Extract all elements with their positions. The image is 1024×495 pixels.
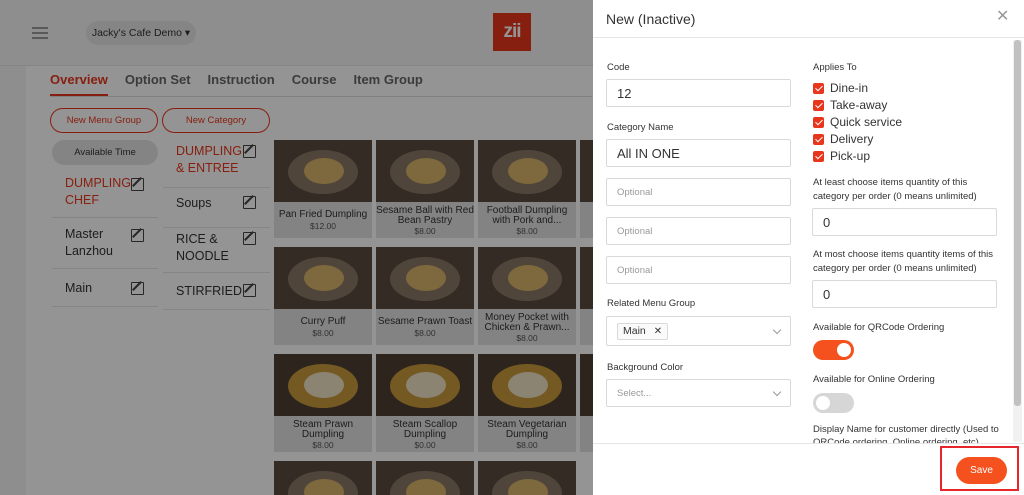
checkbox-label: Dine-in <box>830 81 869 95</box>
checkbox-checked-icon[interactable] <box>813 99 824 111</box>
max-qty-label-line1: At most choose items quantity items of t… <box>813 249 994 260</box>
qrcode-ordering-toggle[interactable] <box>813 340 854 360</box>
drawer-title: New (Inactive) <box>606 11 696 27</box>
checkbox-label: Quick service <box>830 115 903 129</box>
checkbox-label: Pick-up <box>830 149 871 163</box>
min-qty-label-line2: category per order (0 means unlimited) <box>813 191 977 202</box>
code-input[interactable]: 12 <box>606 79 791 107</box>
save-button[interactable]: Save <box>956 457 1007 484</box>
min-qty-label-line1: At least choose items quantity of this <box>813 177 968 188</box>
modal-backdrop[interactable] <box>0 0 593 495</box>
max-qty-input[interactable]: 0 <box>812 280 997 308</box>
checkbox-checked-icon[interactable] <box>813 82 824 94</box>
applies-quick-service[interactable]: Quick service <box>813 114 902 130</box>
drawer-scrollbar-thumb[interactable] <box>1014 40 1021 406</box>
checkbox-label: Delivery <box>830 132 874 146</box>
checkbox-checked-icon[interactable] <box>813 150 824 162</box>
applies-dine-in[interactable]: Dine-in <box>813 80 868 96</box>
background-color-select[interactable]: Select... <box>606 379 791 407</box>
max-qty-label-line2: category per order (0 means unlimited) <box>813 263 977 274</box>
category-name-label: Category Name <box>607 122 674 133</box>
applies-pick-up[interactable]: Pick-up <box>813 148 870 164</box>
chevron-down-icon <box>772 325 782 335</box>
background-color-placeholder: Select... <box>617 387 652 399</box>
close-icon[interactable]: ✕ <box>996 9 1009 25</box>
optional-name-input-1[interactable]: Optional <box>606 178 791 206</box>
checkbox-checked-icon[interactable] <box>813 133 824 145</box>
online-ordering-toggle[interactable] <box>813 393 854 413</box>
toggle-knob <box>837 343 851 357</box>
background-color-label: Background Color <box>607 362 684 373</box>
related-menu-group-label: Related Menu Group <box>607 298 696 309</box>
applies-take-away[interactable]: Take-away <box>813 97 887 113</box>
tag-remove-icon[interactable]: ✕ <box>654 326 662 337</box>
toggle-knob <box>816 396 830 410</box>
category-name-input[interactable]: All IN ONE <box>606 139 791 167</box>
display-name-label-line1: Display Name for customer directly (Used… <box>813 424 999 435</box>
optional-name-input-2[interactable]: Optional <box>606 217 791 245</box>
checkbox-checked-icon[interactable] <box>813 116 824 128</box>
checkbox-label: Take-away <box>830 98 888 112</box>
code-label: Code <box>607 62 630 73</box>
chevron-down-icon <box>772 387 782 397</box>
applies-to-label: Applies To <box>813 62 857 73</box>
drawer-header: New (Inactive) ✕ <box>593 0 1024 38</box>
related-menu-group-select[interactable]: Main ✕ <box>606 316 791 346</box>
applies-delivery[interactable]: Delivery <box>813 131 873 147</box>
qrcode-ordering-label: Available for QRCode Ordering <box>813 322 945 333</box>
optional-name-input-3[interactable]: Optional <box>606 256 791 284</box>
min-qty-input[interactable]: 0 <box>812 208 997 236</box>
menu-group-tag: Main ✕ <box>617 322 669 340</box>
online-ordering-label: Available for Online Ordering <box>813 374 935 385</box>
menu-group-tag-label: Main <box>623 325 646 337</box>
